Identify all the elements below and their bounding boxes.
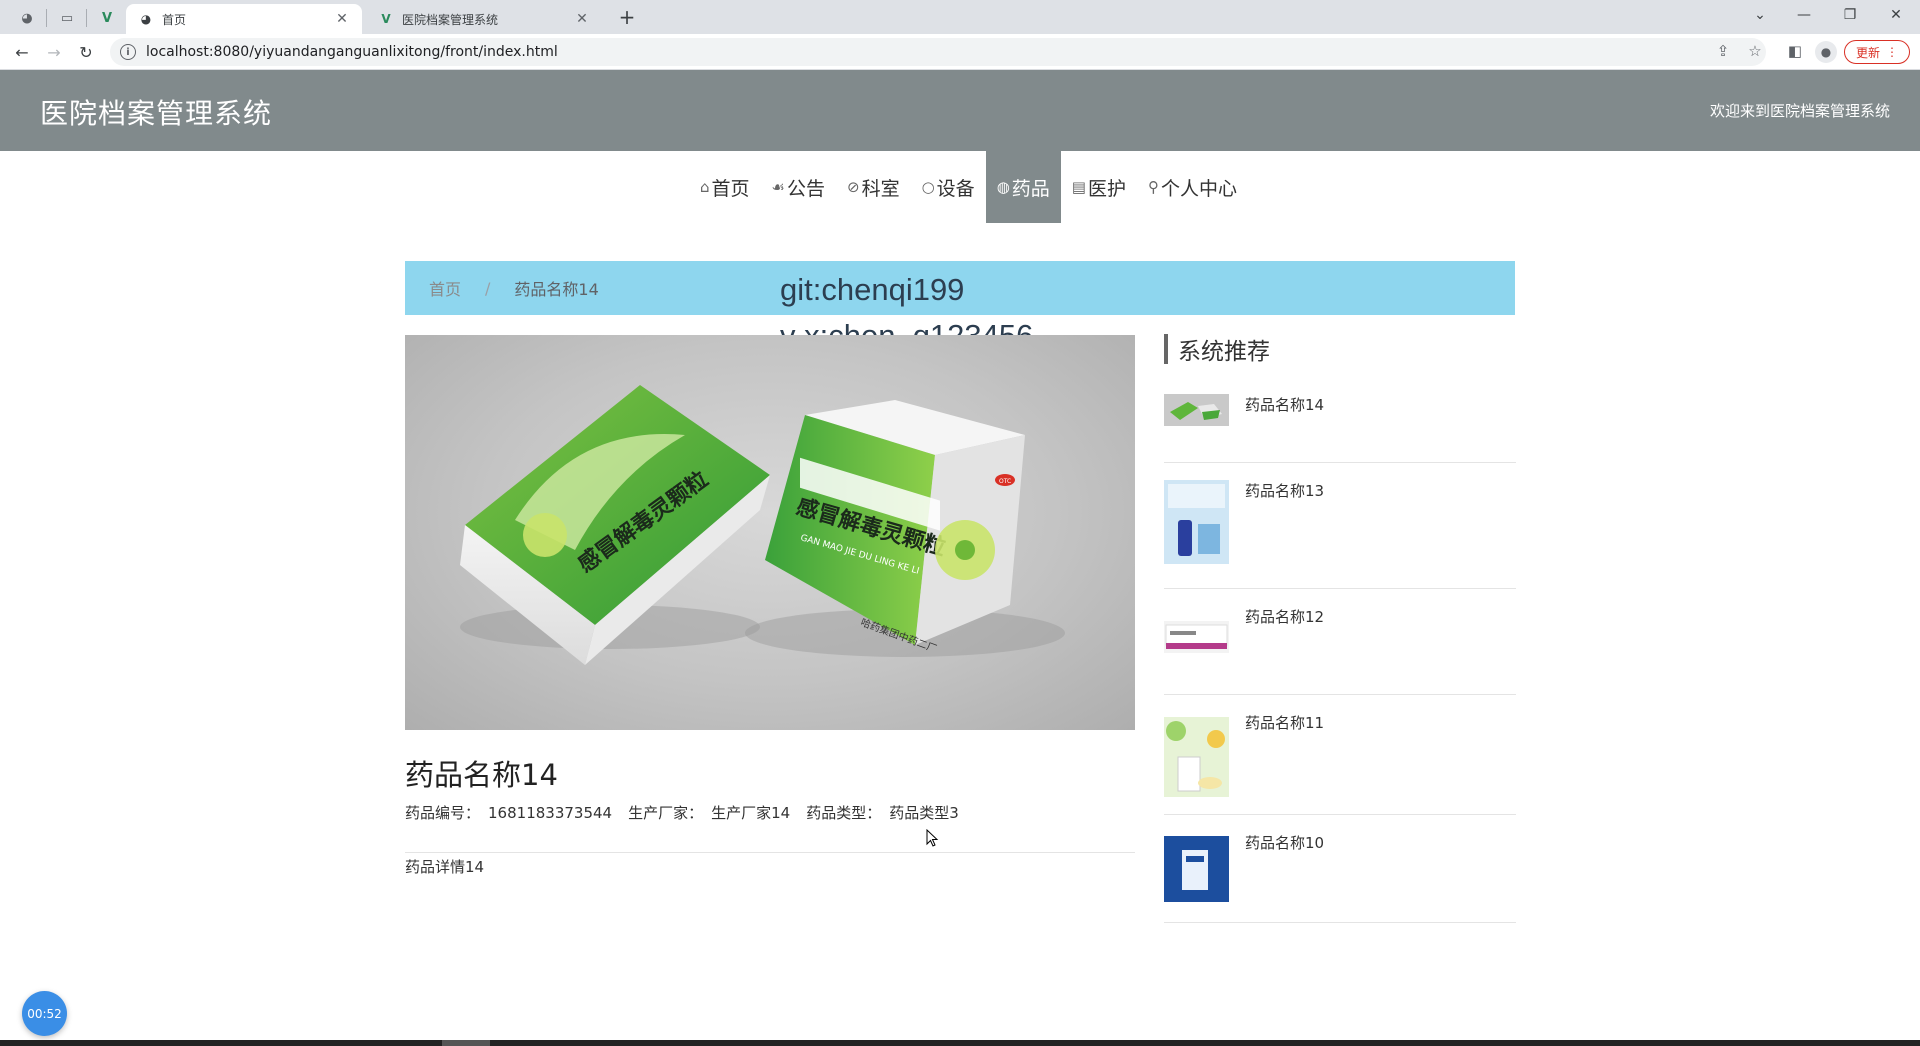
tag-icon: ⊘ bbox=[846, 178, 860, 196]
site-info-icon[interactable]: i bbox=[120, 44, 136, 60]
tab-home[interactable]: ◕ 首页 ✕ bbox=[126, 4, 362, 34]
pinned-tab-vue-icon[interactable]: V bbox=[96, 7, 118, 29]
nav-item-label: 设备 bbox=[936, 177, 975, 200]
tab-title: 医院档案管理系统 bbox=[402, 12, 499, 27]
profile-avatar-icon[interactable]: ● bbox=[1815, 41, 1837, 63]
close-icon[interactable]: ✕ bbox=[574, 11, 590, 27]
product-manufacturer-value: 生产厂家14 bbox=[711, 804, 791, 822]
update-label: 更新 bbox=[1855, 45, 1880, 60]
browser-tab-strip: ◕ ▭ V ◕ 首页 ✕ V 医院档案管理系统 ✕ + ⌄ — ❐ ✕ bbox=[0, 0, 1920, 34]
globe-icon: ◍ bbox=[996, 178, 1010, 196]
recommend-sidebar: 系统推荐 药品名称14 药品名称13 药品名称12 药品名称11 药品名称10 bbox=[1164, 334, 1516, 923]
nav-item-0[interactable]: ⌂ 首页 bbox=[689, 151, 761, 223]
welcome-text: 欢迎来到医院档案管理系统 bbox=[1709, 102, 1890, 120]
medicine-boxes-illustration: 感冒解毒灵颗粒 感冒解毒灵颗粒 GAN MAO JIE DU LING KE L… bbox=[460, 385, 1065, 665]
nav-item-3[interactable]: ○ 设备 bbox=[911, 151, 986, 223]
vue-icon: V bbox=[381, 12, 391, 26]
recommend-item[interactable]: 药品名称12 bbox=[1164, 589, 1516, 695]
restore-icon[interactable]: ❐ bbox=[1830, 4, 1870, 26]
watermark-line-1: git:chenqi199 bbox=[780, 272, 965, 307]
main-nav: ⌂ 首页 ☙ 公告 ⊘ 科室 ○ 设备 ◍ 药品 ▤ 医护 ⚲ 个人中心 bbox=[0, 151, 1920, 223]
site-header: 医院档案管理系统 欢迎来到医院档案管理系统 bbox=[0, 70, 1920, 151]
bottom-scrollbar[interactable] bbox=[0, 1040, 1920, 1046]
browser-toolbar: ← → ↻ i localhost:8080/yiyuandanganguanl… bbox=[0, 34, 1920, 70]
recommend-item[interactable]: 药品名称13 bbox=[1164, 463, 1516, 589]
sidebar-title: 系统推荐 bbox=[1164, 334, 1516, 365]
palette-icon: ☙ bbox=[771, 178, 785, 196]
breadcrumb-separator: / bbox=[485, 278, 491, 298]
nav-item-label: 公告 bbox=[786, 177, 825, 200]
nav-item-2[interactable]: ⊘ 科室 bbox=[836, 151, 911, 223]
tab-title: 首页 bbox=[162, 12, 187, 27]
nav-item-1[interactable]: ☙ 公告 bbox=[761, 151, 836, 223]
tab-search-chevron-down-icon[interactable]: ⌄ bbox=[1740, 4, 1780, 26]
scrollbar-thumb[interactable] bbox=[442, 1040, 490, 1046]
pinned-tab-globe-icon[interactable]: ◕ bbox=[16, 7, 38, 29]
tab-separator bbox=[46, 9, 47, 27]
recommend-thumb[interactable] bbox=[1164, 394, 1229, 426]
more-vert-icon: ⋮ bbox=[1886, 45, 1898, 59]
product-type-value: 药品类型3 bbox=[889, 804, 959, 822]
product-description: 药品详情14 bbox=[405, 858, 485, 876]
pinned-tab-page-icon[interactable]: ▭ bbox=[56, 7, 78, 29]
product-type-label: 药品类型： bbox=[806, 804, 882, 822]
otc-badge: OTC bbox=[999, 478, 1011, 485]
recommend-thumb[interactable] bbox=[1164, 836, 1229, 902]
nav-item-label: 个人中心 bbox=[1161, 177, 1238, 200]
detail-divider bbox=[405, 852, 1135, 853]
nav-item-label: 医护 bbox=[1087, 177, 1126, 200]
product-image: 感冒解毒灵颗粒 感冒解毒灵颗粒 GAN MAO JIE DU LING KE L… bbox=[405, 335, 1135, 730]
recommend-item-name[interactable]: 药品名称11 bbox=[1245, 712, 1324, 733]
forward-arrow-icon[interactable]: → bbox=[42, 41, 66, 63]
product-meta: 药品编号： 1681183373544 生产厂家： 生产厂家14 药品类型： 药品类型… bbox=[405, 802, 959, 823]
back-arrow-icon[interactable]: ← bbox=[10, 41, 34, 63]
minimize-icon[interactable]: — bbox=[1784, 4, 1824, 26]
bookmark-star-icon[interactable]: ☆ bbox=[1744, 40, 1766, 62]
document-icon: ▤ bbox=[1071, 178, 1086, 196]
new-tab-button[interactable]: + bbox=[616, 5, 638, 29]
mouse-cursor-icon bbox=[926, 829, 939, 847]
recommend-item-name[interactable]: 药品名称13 bbox=[1245, 480, 1324, 501]
nav-item-label: 药品 bbox=[1011, 177, 1050, 200]
product-code: 药品编号： 1681183373544 bbox=[405, 802, 612, 823]
user-icon: ⚲ bbox=[1148, 178, 1159, 196]
nav-item-label: 首页 bbox=[711, 177, 750, 200]
recommend-item[interactable]: 药品名称14 bbox=[1164, 390, 1516, 463]
breadcrumb-home-link[interactable]: 首页 bbox=[429, 276, 461, 300]
recommend-item-name[interactable]: 药品名称12 bbox=[1245, 606, 1324, 627]
recommend-thumb[interactable] bbox=[1164, 621, 1229, 653]
address-bar[interactable]: i localhost:8080/yiyuandanganguanlixiton… bbox=[110, 38, 1766, 66]
site-title: 医院档案管理系统 bbox=[40, 97, 273, 130]
recommend-item[interactable]: 药品名称10 bbox=[1164, 815, 1516, 923]
tab-separator bbox=[86, 9, 87, 27]
url-text[interactable]: localhost:8080/yiyuandanganguanlixitong/… bbox=[146, 44, 558, 60]
product-type: 药品类型： 药品类型3 bbox=[806, 802, 959, 823]
recommend-item-name[interactable]: 药品名称14 bbox=[1245, 394, 1324, 415]
close-icon[interactable]: ✕ bbox=[334, 11, 350, 27]
product-code-label: 药品编号： bbox=[405, 804, 481, 822]
recommend-thumb[interactable] bbox=[1164, 480, 1229, 564]
window-close-icon[interactable]: ✕ bbox=[1876, 4, 1916, 26]
tab-hospital-system[interactable]: V 医院档案管理系统 ✕ bbox=[366, 4, 602, 34]
breadcrumb-current: 药品名称14 bbox=[514, 280, 599, 299]
recommend-thumb[interactable] bbox=[1164, 717, 1229, 797]
globe-icon: ◕ bbox=[140, 12, 152, 26]
nav-item-label: 科室 bbox=[861, 177, 900, 200]
product-manufacturer: 生产厂家： 生产厂家14 bbox=[628, 802, 790, 823]
product-name: 药品名称14 bbox=[405, 758, 558, 792]
side-panel-icon[interactable]: ◧ bbox=[1784, 40, 1806, 62]
timer-badge[interactable]: 00:52 bbox=[22, 991, 67, 1036]
circle-icon: ○ bbox=[921, 178, 935, 196]
recommend-item-name[interactable]: 药品名称10 bbox=[1245, 832, 1324, 853]
reload-icon[interactable]: ↻ bbox=[74, 41, 98, 63]
recommend-item[interactable]: 药品名称11 bbox=[1164, 695, 1516, 815]
product-manufacturer-label: 生产厂家： bbox=[628, 804, 704, 822]
update-button[interactable]: 更新 ⋮ bbox=[1844, 40, 1910, 64]
share-icon[interactable]: ⇪ bbox=[1712, 40, 1734, 62]
nav-item-6[interactable]: ⚲ 个人中心 bbox=[1137, 151, 1248, 223]
product-code-value: 1681183373544 bbox=[488, 804, 613, 822]
nav-item-5[interactable]: ▤ 医护 bbox=[1061, 151, 1137, 223]
nav-item-4[interactable]: ◍ 药品 bbox=[985, 151, 1061, 223]
home-icon: ⌂ bbox=[699, 178, 710, 196]
